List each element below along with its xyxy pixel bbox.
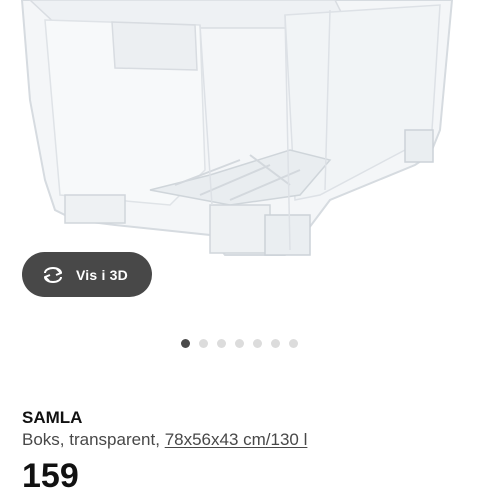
carousel-dot[interactable]	[217, 339, 226, 348]
carousel-dot[interactable]	[235, 339, 244, 348]
product-description-text: Boks, transparent,	[22, 430, 165, 449]
product-name: SAMLA	[22, 408, 83, 427]
carousel-indicator	[0, 339, 480, 349]
product-price: 159	[22, 457, 79, 495]
rotate-3d-icon	[40, 265, 66, 285]
view-in-3d-button[interactable]: Vis i 3D	[22, 252, 152, 297]
carousel-dot[interactable]	[271, 339, 280, 348]
product-dimensions-link[interactable]: 78x56x43 cm/130 l	[165, 430, 308, 449]
carousel-dot[interactable]	[181, 339, 190, 348]
carousel-dot[interactable]	[289, 339, 298, 348]
product-description: Boks, transparent, 78x56x43 cm/130 l	[22, 430, 307, 450]
view-in-3d-label: Vis i 3D	[76, 266, 128, 283]
carousel-dot[interactable]	[253, 339, 262, 348]
carousel-dot[interactable]	[199, 339, 208, 348]
